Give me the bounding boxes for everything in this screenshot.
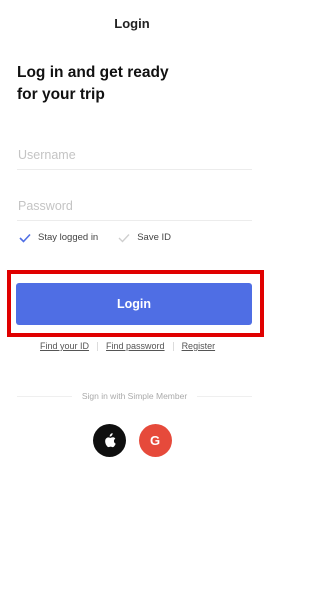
headline: Log in and get ready for your trip [17, 62, 247, 106]
link-separator [97, 341, 99, 351]
social-divider: Sign in with Simple Member [17, 391, 253, 401]
page-title: Login [114, 16, 150, 31]
google-login-button[interactable]: G [138, 424, 172, 457]
apple-login-button[interactable] [92, 424, 126, 457]
social-divider-text: Sign in with Simple Member [81, 391, 188, 401]
divider-line [17, 395, 72, 397]
stay-logged-in-checkbox[interactable]: Stay logged in [19, 232, 98, 243]
google-icon: G [149, 433, 161, 448]
username-input[interactable] [17, 140, 252, 170]
find-id-link[interactable]: Find your ID [40, 341, 89, 351]
account-links: Find your ID Find password Register [40, 341, 215, 351]
divider-line [197, 395, 253, 397]
save-id-checkbox[interactable]: Save ID [118, 232, 171, 243]
headline-line-2: for your trip [17, 86, 105, 103]
save-id-label: Save ID [137, 232, 172, 243]
find-password-link[interactable]: Find password [106, 341, 165, 351]
link-separator [172, 341, 174, 351]
register-link[interactable]: Register [182, 341, 216, 351]
checkmark-icon [118, 233, 130, 243]
login-button[interactable]: Login [16, 283, 252, 325]
checkmark-icon [19, 233, 31, 243]
apple-icon [104, 433, 116, 448]
social-login: G [0, 424, 264, 457]
headline-line-1: Log in and get ready [17, 64, 169, 81]
password-input[interactable] [17, 191, 252, 221]
login-options: Stay logged in Save ID [19, 232, 171, 243]
stay-logged-in-label: Stay logged in [38, 232, 99, 243]
